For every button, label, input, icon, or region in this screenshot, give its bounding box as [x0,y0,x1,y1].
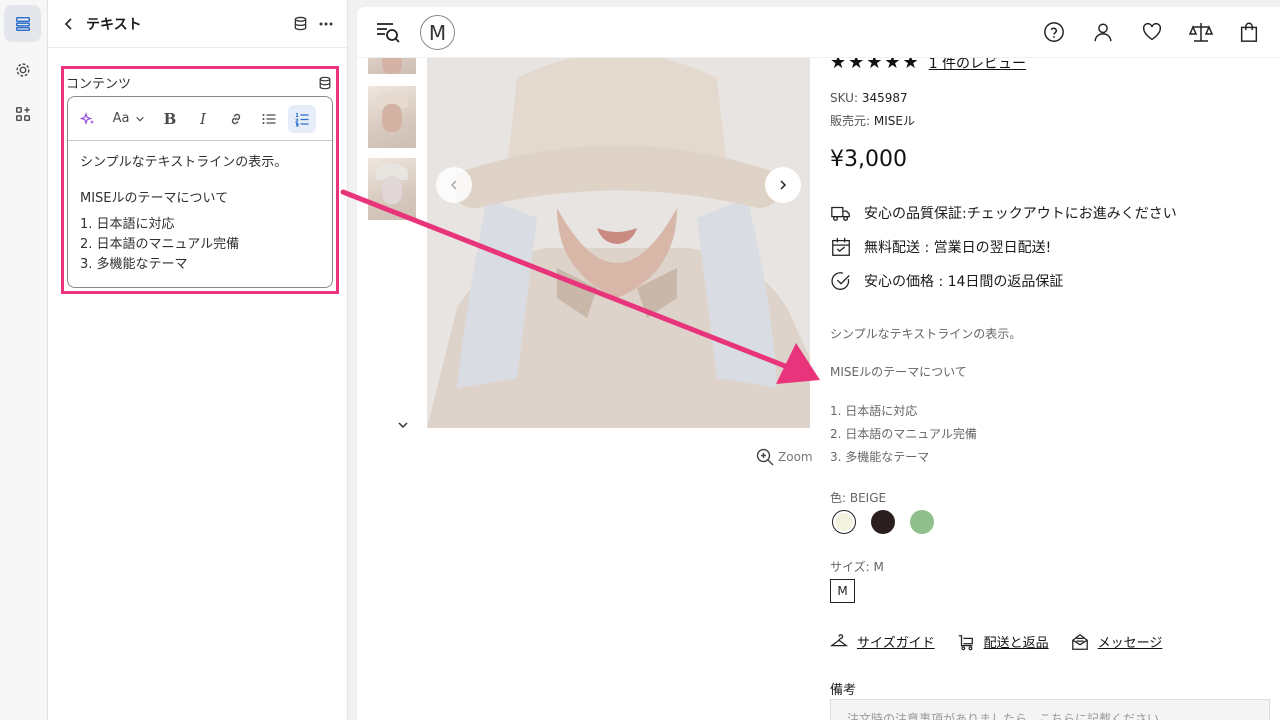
wishlist-heart-icon[interactable] [1139,19,1165,45]
list-item: 2. 日本語のマニュアル完備 [80,237,240,252]
delivery-truck-icon [831,206,850,221]
content-field-label: コンテンツ [66,77,132,92]
settings-gear-icon[interactable] [4,51,41,88]
product-thumbnail[interactable] [368,86,416,148]
vendor-value: MISEル [873,114,915,128]
bold-button[interactable]: B [156,105,184,133]
bullet-list-icon[interactable] [255,105,283,133]
dynamic-source-icon[interactable] [318,76,332,90]
sections-icon[interactable] [4,5,41,42]
vendor-label: 販売元: [830,114,871,128]
list-item: 3. 多機能なテーマ [80,257,188,272]
link-icon[interactable] [222,105,250,133]
numbered-list-icon[interactable] [288,104,316,133]
check-circle-icon [831,272,850,290]
feature-text: 安心の品質保証:チェックアウトにお進みください [864,206,1177,222]
editor-content[interactable]: シンプルなテキストラインの表示。 MISEルのテーマについて 1. 日本語に対応… [68,141,332,287]
storefront-preview: M Zoom ★★★★★ 1 件のレビュー SKU: 345987 販売元: M… [357,7,1280,720]
help-icon[interactable] [1041,19,1067,45]
menu-search-icon[interactable] [375,19,401,45]
zoom-button[interactable]: Zoom [756,448,813,466]
chevron-left-icon [450,180,457,190]
description-line: シンプルなテキストラインの表示。 [830,327,1022,341]
vendor-line: 販売元: MISEル [830,112,915,129]
store-logo[interactable]: M [420,15,455,50]
chevron-down-icon [136,116,145,121]
more-actions-icon[interactable] [317,15,335,33]
description-list-item: 3. 多機能なテーマ [830,450,930,464]
database-icon[interactable] [291,15,309,33]
feature-shipping: 無料配送 : 営業日の翌日配送! [830,236,1051,258]
italic-button[interactable]: I [189,105,217,133]
size-option-m[interactable]: M [830,579,855,603]
feature-text: 無料配送 : 営業日の翌日配送! [864,240,1052,256]
compare-scale-icon[interactable] [1188,19,1214,45]
description-list-item: 1. 日本語に対応 [830,404,918,418]
image-prev-button[interactable] [436,167,472,203]
feature-quality: 安心の品質保証:チェックアウトにお進みください [830,202,1177,224]
shipping-returns-label: 配送と返品 [983,636,1049,651]
back-chevron-icon[interactable] [62,17,76,31]
product-thumbnail[interactable] [368,158,416,220]
shipping-returns-link[interactable]: 配送と返品 [957,632,1049,651]
font-style-dropdown[interactable]: Aa [107,105,151,133]
description-list-item: 2. 日本語のマニュアル完備 [830,427,977,441]
editor-numbered-list: 1. 日本語に対応 2. 日本語のマニュアル完備 3. 多機能なテーマ [80,215,320,275]
rich-text-editor[interactable]: Aa B I シンプルなテキストラインの表示。 MISEルのテーマについて 1.… [67,96,333,288]
account-icon[interactable] [1090,19,1116,45]
info-links: サイズガイド 配送と返品 メッセージ [830,632,1184,651]
content-field-highlight: コンテンツ Aa B I シンプルなテキストラインの表示。 MISEルのテーマに… [61,66,339,294]
size-option-label: サイズ: M [830,560,884,574]
feature-returns: 安心の価格 : 14日間の返品保証 [830,270,1063,292]
cart-icon [958,634,973,650]
cart-bag-icon[interactable] [1236,19,1262,45]
color-option-label: 色: BEIGE [830,491,887,505]
list-item: 1. 日本語に対応 [80,217,175,232]
editor-paragraph: MISEルのテーマについて [80,191,229,206]
color-swatch-green[interactable] [910,510,934,534]
app-sidebar [0,0,48,720]
calendar-icon [832,237,850,256]
sku-line: SKU: 345987 [830,91,908,105]
product-photo-illustration [427,58,810,428]
note-textarea[interactable]: 注文時の注意事項がありましたら、こちらに記載ください。 [830,699,1270,720]
product-price: ¥3,000 [830,147,907,172]
apps-icon[interactable] [4,95,41,132]
panel-title: テキスト [86,16,142,33]
size-guide-link[interactable]: サイズガイド [830,632,935,651]
envelope-icon [1071,633,1088,650]
feature-text: 安心の価格 : 14日間の返品保証 [864,274,1064,290]
ai-sparkle-icon[interactable] [74,105,102,133]
chevron-right-icon [780,180,787,190]
editor-toolbar: Aa B I [68,97,332,141]
font-style-label: Aa [112,111,130,126]
panel-header: テキスト [48,0,347,48]
message-link[interactable]: メッセージ [1071,632,1163,651]
message-label: メッセージ [1097,636,1163,651]
sku-value: 345987 [861,91,908,105]
thumbnail-scroll-down-icon[interactable] [397,420,409,430]
sku-label: SKU: [830,91,858,105]
editor-paragraph: シンプルなテキストラインの表示。 [80,155,288,170]
image-next-button[interactable] [765,167,801,203]
editor-panel: テキスト コンテンツ Aa B I シンプルなテキストラインの表示。 MISEル… [48,0,348,720]
zoom-icon [756,448,774,466]
size-guide-label: サイズガイド [857,636,935,651]
zoom-label: Zoom [778,450,813,464]
color-swatch-beige[interactable] [832,510,856,534]
store-header: M [357,7,1280,58]
product-main-image[interactable] [427,58,810,428]
note-label: 備考 [830,683,857,698]
hanger-icon [830,633,848,646]
color-swatch-black[interactable] [871,510,895,534]
description-line: MISEルのテーマについて [830,365,967,379]
